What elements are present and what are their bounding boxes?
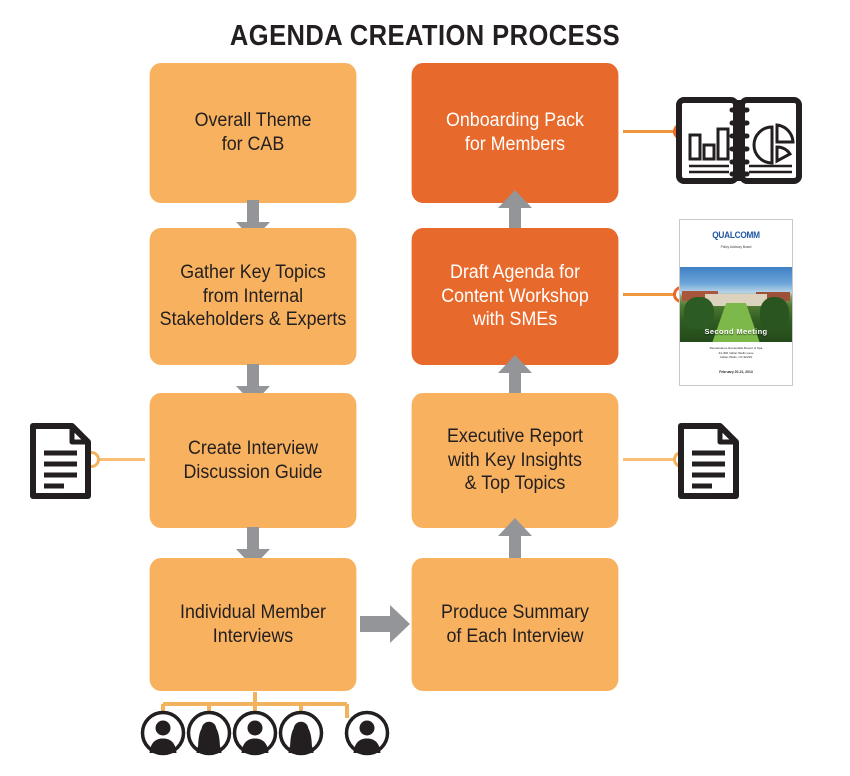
process-box-label: Executive Report with Key Insights & Top… — [446, 425, 584, 495]
arrow-up-icon — [498, 518, 532, 558]
member-avatar-male — [232, 710, 278, 756]
brochure-footer: Renaissance Esmeralda Resort & Spa 44-40… — [709, 346, 763, 360]
arrow-up-icon — [498, 190, 532, 230]
photo-tree-left — [684, 297, 714, 329]
member-avatar-male — [140, 710, 186, 756]
document-icon-executive-report — [676, 422, 741, 500]
page-title: AGENDA CREATION PROCESS — [229, 20, 621, 52]
process-box-label: Create Interview Discussion Guide — [183, 437, 323, 483]
photo-tree-right — [759, 297, 789, 330]
process-box-label: Gather Key Topics from Internal Stakehol… — [159, 261, 347, 331]
process-box-overall-theme[interactable]: Overall Theme for CAB — [149, 63, 357, 203]
process-box-produce-summary[interactable]: Produce Summary of Each Interview — [411, 558, 619, 691]
process-box-individual-member-interviews[interactable]: Individual Member Interviews — [149, 558, 357, 691]
arrow-right-icon — [360, 605, 410, 643]
qualcomm-brochure-thumbnail: QUALCOMM Policy Advisory Board Second Me… — [679, 219, 793, 386]
process-box-label: Draft Agenda for Content Workshop with S… — [441, 261, 589, 331]
arrow-up-report-to-draft — [498, 355, 532, 395]
process-box-onboarding-pack[interactable]: Onboarding Pack for Members — [411, 63, 619, 203]
brochure-date: February 20-21, 2013 — [719, 370, 753, 374]
brochure-subtitle: Policy Advisory Board — [720, 245, 752, 249]
member-avatar-male — [344, 710, 390, 756]
member-avatar-female — [278, 710, 324, 756]
process-box-label: Overall Theme for CAB — [194, 110, 312, 155]
process-box-label: Onboarding Pack for Members — [445, 110, 585, 155]
brochure-logo: QUALCOMM — [712, 230, 760, 240]
arrow-up-summary-to-report — [498, 518, 532, 558]
brochure-caption: Second Meeting — [704, 327, 768, 336]
process-box-executive-report[interactable]: Executive Report with Key Insights & Top… — [411, 393, 619, 528]
brochure-photo: Second Meeting — [680, 267, 792, 342]
process-box-create-interview-guide[interactable]: Create Interview Discussion Guide — [149, 393, 357, 528]
book-chart-icon — [676, 97, 802, 184]
arrow-up-icon — [498, 355, 532, 395]
process-box-label: Produce Summary of Each Interview — [441, 601, 589, 647]
member-avatar-female — [186, 710, 232, 756]
process-box-label: Individual Member Interviews — [180, 601, 326, 647]
process-box-gather-key-topics[interactable]: Gather Key Topics from Internal Stakehol… — [149, 228, 357, 365]
process-box-draft-agenda[interactable]: Draft Agenda for Content Workshop with S… — [411, 228, 619, 365]
photo-lawn — [711, 303, 761, 342]
document-icon-interview-guide — [28, 422, 93, 500]
arrow-right-interviews-to-summary — [360, 605, 410, 643]
arrow-up-draft-to-onboarding — [498, 190, 532, 230]
agenda-creation-process-diagram: AGENDA CREATION PROCESS Overall Theme fo… — [0, 0, 850, 776]
